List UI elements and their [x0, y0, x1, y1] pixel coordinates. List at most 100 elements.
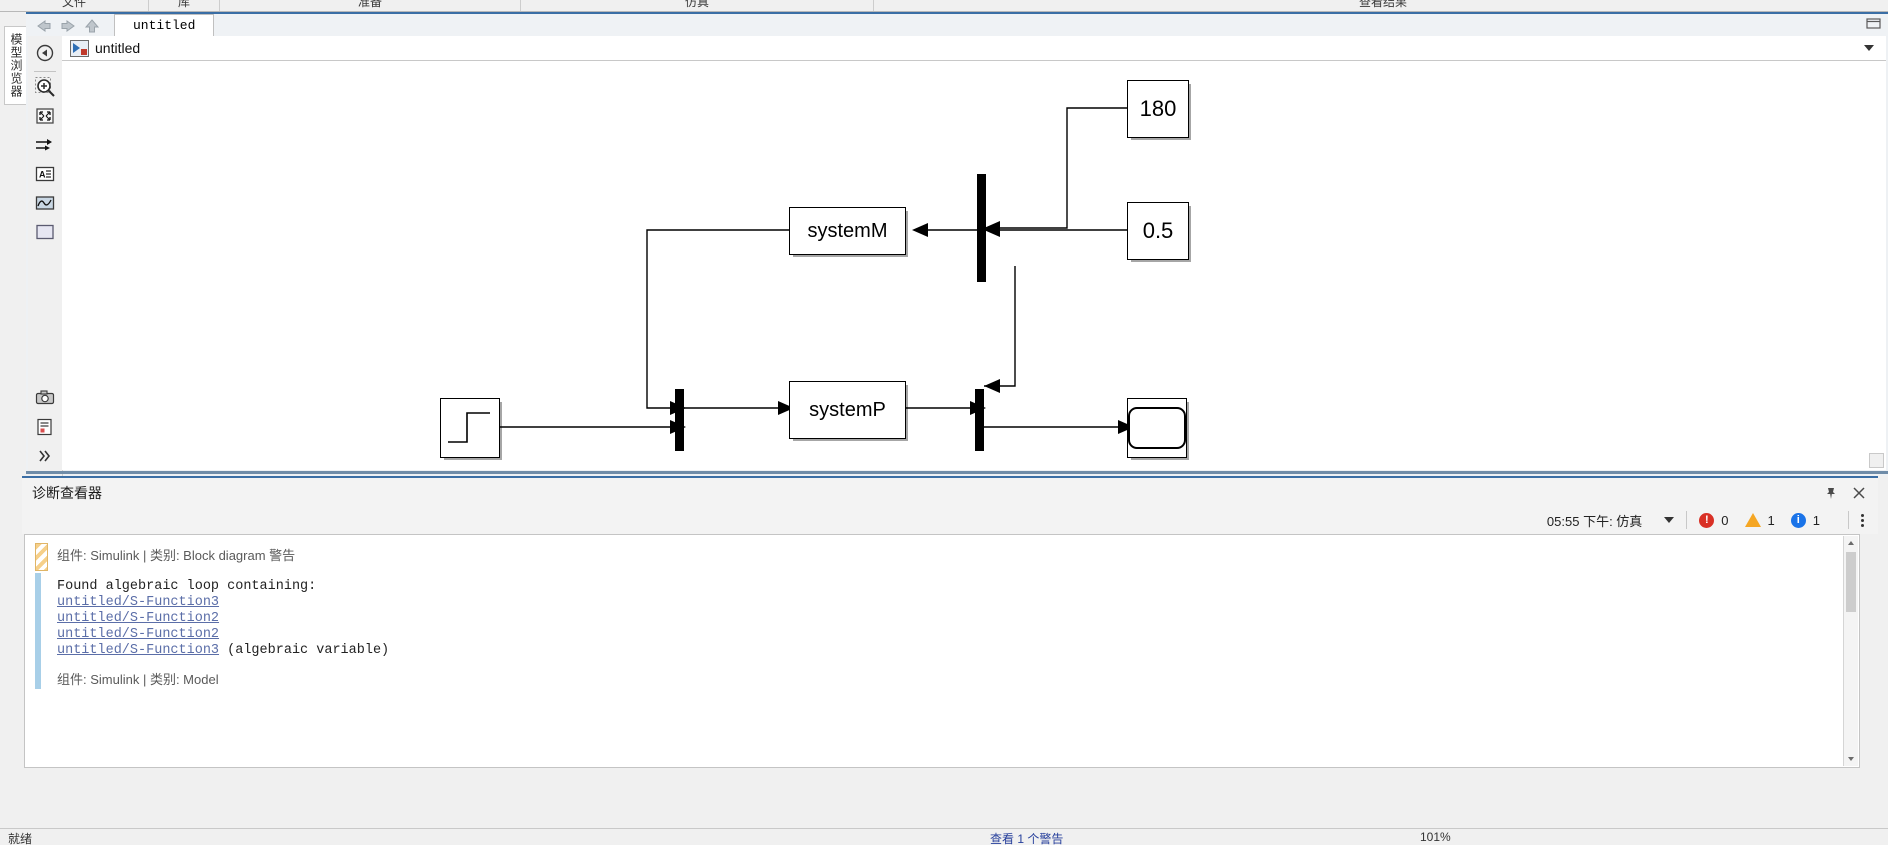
- camera-icon: [35, 389, 55, 410]
- left-dock-panel: 模型浏览器: [0, 12, 28, 478]
- ribbon-tabstrip: 文件 库 准备 仿真 查看结果: [0, 0, 1888, 12]
- status-ready-label: 就绪: [8, 832, 33, 845]
- error-icon: !: [1699, 512, 1715, 528]
- sfunction-link-2[interactable]: untitled/S-Function2: [57, 611, 219, 626]
- ribbon-tab-simulate[interactable]: 仿真: [521, 0, 874, 11]
- ribbon-tab-prepare[interactable]: 准备: [220, 0, 521, 11]
- scrollbar-thumb[interactable]: [1846, 552, 1856, 612]
- area-tool-button[interactable]: [30, 219, 60, 248]
- diagnostic-message-list[interactable]: 组件: Simulink | 类别: Block diagram 警告 Foun…: [24, 534, 1860, 768]
- annotation-tool-button[interactable]: A: [30, 161, 60, 190]
- signal-arrow-icon: [34, 135, 56, 158]
- mux-bar-output-p[interactable]: [975, 389, 984, 451]
- block-step-source[interactable]: [440, 398, 500, 458]
- pin-icon[interactable]: [1824, 486, 1838, 500]
- editor-tool-column: A: [28, 36, 63, 478]
- restore-window-icon[interactable]: [1866, 17, 1882, 34]
- mux-bar-top[interactable]: [977, 174, 986, 282]
- status-bar: 就绪 查看 1 个警告 101%: [0, 828, 1888, 845]
- constant-05-label: 0.5: [1142, 218, 1174, 243]
- info-icon: i: [1790, 512, 1806, 528]
- report-icon: [35, 418, 55, 439]
- diagnostic-viewer-titlebar: 诊断查看器: [22, 476, 1878, 508]
- scroll-up-arrow-icon[interactable]: [1844, 536, 1858, 550]
- pan-tool-button[interactable]: [30, 40, 60, 69]
- step-waveform-icon: [448, 412, 490, 443]
- system-m-label: systemM: [807, 219, 888, 242]
- signal-routing-button[interactable]: [30, 132, 60, 161]
- model-name-label: untitled: [95, 40, 141, 56]
- ribbon-tab-file[interactable]: 文件: [0, 0, 149, 11]
- diagnostic-message-body[interactable]: Found algebraic loop containing: untitle…: [25, 573, 1859, 693]
- model-browser-dock-label[interactable]: 模型浏览器: [4, 26, 28, 105]
- tool-separator: [34, 71, 56, 72]
- report-tool-button[interactable]: [30, 414, 60, 443]
- fit-to-view-button[interactable]: [30, 103, 60, 132]
- diagnostic-viewer-titlebar-actions: [1824, 486, 1866, 500]
- model-path-bar: untitled: [62, 36, 1886, 61]
- diagnostic-message-warning[interactable]: 组件: Simulink | 类别: Block diagram 警告: [25, 543, 1859, 571]
- info-badge[interactable]: i 1: [1790, 512, 1820, 528]
- scope-screen-icon: [1128, 407, 1186, 449]
- block-system-p[interactable]: systemP: [789, 381, 906, 439]
- sfunction-link-1[interactable]: untitled/S-Function3: [57, 595, 219, 610]
- loop-link-row-2: untitled/S-Function2: [51, 611, 1859, 627]
- ribbon-tab-results[interactable]: 查看结果: [874, 0, 1888, 11]
- block-diagram: 180 0.5 systemM systemP: [62, 61, 1886, 470]
- chevron-double-right-icon: [36, 448, 54, 467]
- diagnostic-scrollbar[interactable]: [1843, 536, 1858, 766]
- block-system-m[interactable]: systemM: [789, 207, 906, 255]
- fit-view-icon: [35, 106, 55, 129]
- signal-lines: [498, 107, 1134, 434]
- snapshot-tool-button[interactable]: [30, 385, 60, 414]
- status-zoom-label: 101%: [1420, 830, 1451, 844]
- algebraic-variable-suffix: (algebraic variable): [219, 643, 390, 658]
- tabbar-right-actions: [1866, 17, 1888, 36]
- area-rectangle-icon: [35, 223, 55, 244]
- scope-viewer-button[interactable]: [30, 190, 60, 219]
- more-tools-button[interactable]: [30, 443, 60, 472]
- up-arrow-icon[interactable]: [82, 18, 102, 34]
- simulink-model-icon: [70, 39, 89, 57]
- canvas-scroll-corner[interactable]: [1869, 453, 1884, 468]
- scroll-down-arrow-icon[interactable]: [1844, 752, 1858, 766]
- toolbar-divider: [1686, 511, 1688, 529]
- zoom-in-icon: [34, 76, 56, 101]
- warning-stripe: [35, 543, 48, 571]
- sfunction-link-4[interactable]: untitled/S-Function3: [57, 643, 219, 658]
- loop-link-row-3: untitled/S-Function2: [51, 627, 1859, 643]
- mux-bar-input-p[interactable]: [675, 389, 684, 451]
- warning-count: 1: [1767, 512, 1775, 528]
- zoom-tool-button[interactable]: [30, 74, 60, 103]
- block-constant-180[interactable]: 180: [1127, 80, 1189, 138]
- diagnostic-viewer-toolbar: 05:55 下午: 仿真 ! 0 1 i 1: [22, 506, 1878, 534]
- text-annotation-icon: A: [35, 165, 55, 186]
- svg-text:A: A: [39, 170, 46, 180]
- editor-bottom-divider: [26, 471, 1888, 474]
- ribbon-tab-library[interactable]: 库: [149, 0, 220, 11]
- simulation-run-selector-label[interactable]: 05:55 下午: 仿真: [1547, 511, 1642, 530]
- close-icon[interactable]: [1852, 486, 1866, 500]
- error-badge[interactable]: ! 0: [1699, 512, 1729, 528]
- chevron-down-icon[interactable]: [1864, 45, 1874, 51]
- model-canvas[interactable]: 180 0.5 systemM systemP: [62, 61, 1886, 470]
- warning-meta-line: 组件: Simulink | 类别: Block diagram 警告: [57, 548, 296, 563]
- navigation-buttons: [26, 18, 110, 36]
- warning-badge[interactable]: 1: [1744, 512, 1775, 528]
- model-meta-line: 组件: Simulink | 类别: Model: [57, 672, 219, 687]
- sfunction-link-3[interactable]: untitled/S-Function2: [57, 627, 219, 642]
- warning-icon: [1744, 513, 1761, 527]
- block-constant-05[interactable]: 0.5: [1127, 202, 1189, 260]
- chevron-down-icon[interactable]: [1664, 517, 1675, 523]
- toolbar-divider-2: [1848, 511, 1849, 529]
- forward-arrow-icon[interactable]: [58, 18, 78, 34]
- error-count: 0: [1721, 512, 1729, 528]
- loop-link-row-1: untitled/S-Function3: [51, 595, 1859, 611]
- back-arrow-icon[interactable]: [34, 18, 54, 34]
- document-tabbar: untitled: [26, 14, 1888, 36]
- block-scope[interactable]: [1127, 398, 1187, 458]
- status-warning-link[interactable]: 查看 1 个警告: [990, 830, 1063, 845]
- ribbon-tab-list: 文件 库 准备 仿真 查看结果: [0, 0, 1888, 11]
- document-tab-untitled[interactable]: untitled: [114, 14, 215, 36]
- kebab-menu-icon[interactable]: [1861, 513, 1864, 527]
